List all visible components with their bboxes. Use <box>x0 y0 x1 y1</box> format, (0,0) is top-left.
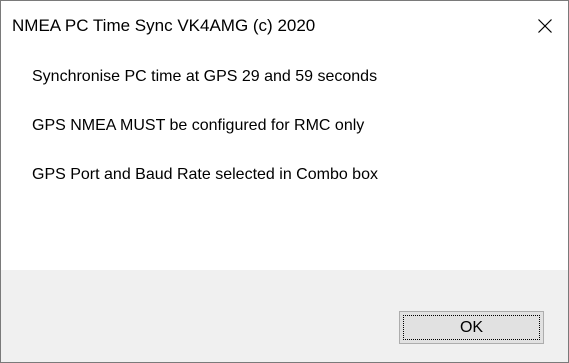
message-dialog: NMEA PC Time Sync VK4AMG (c) 2020 Synchr… <box>0 0 569 363</box>
close-button[interactable] <box>522 1 568 51</box>
message-line-1: Synchronise PC time at GPS 29 and 59 sec… <box>32 68 378 85</box>
close-icon <box>538 19 552 33</box>
window-title: NMEA PC Time Sync VK4AMG (c) 2020 <box>12 16 316 35</box>
button-area: OK <box>1 270 568 362</box>
ok-button-label: OK <box>403 315 540 340</box>
title-bar[interactable]: NMEA PC Time Sync VK4AMG (c) 2020 <box>1 1 568 51</box>
ok-button[interactable]: OK <box>399 311 544 344</box>
message-line-2: GPS NMEA MUST be configured for RMC only <box>32 117 365 134</box>
message-line-3: GPS Port and Baud Rate selected in Combo… <box>32 166 378 183</box>
